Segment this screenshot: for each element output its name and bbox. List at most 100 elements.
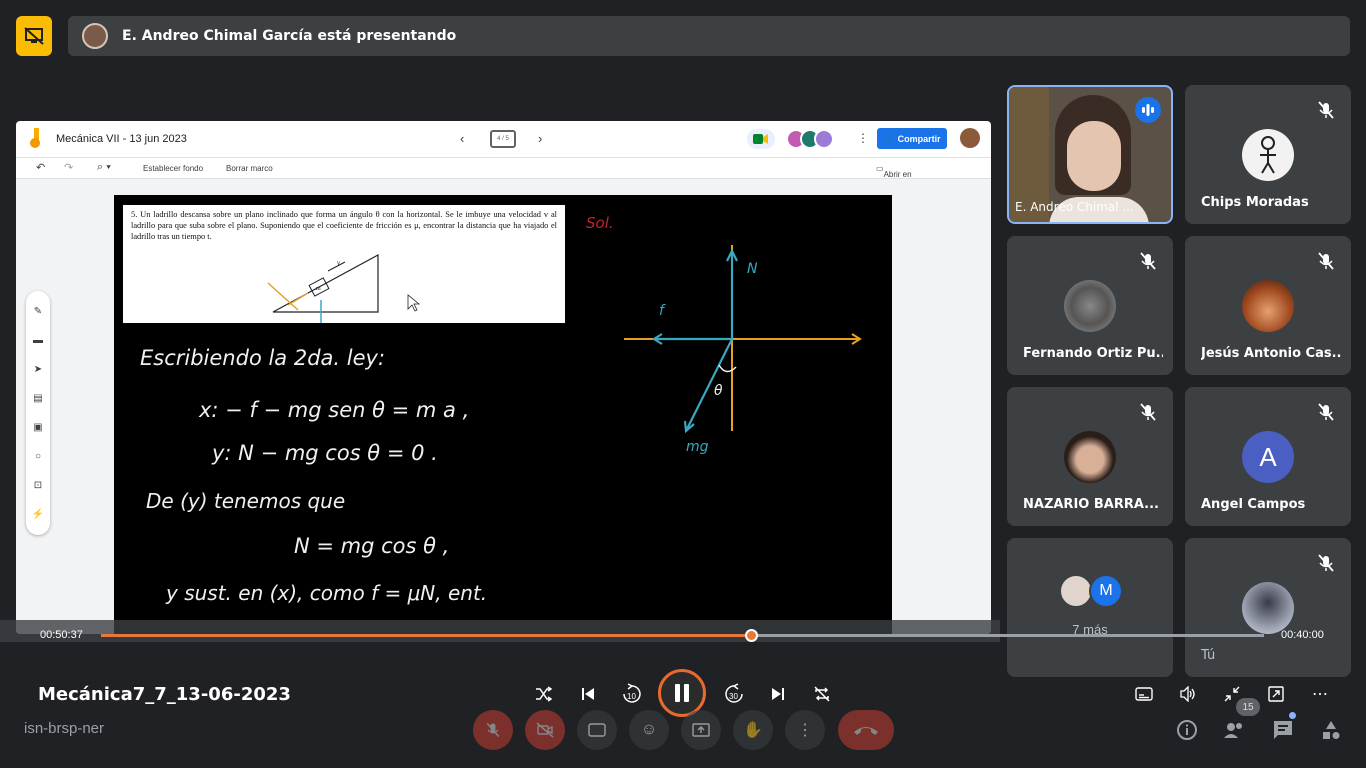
volume-button[interactable]: [1176, 682, 1200, 706]
mic-off-icon: [1318, 101, 1334, 119]
captions-button[interactable]: [1132, 682, 1156, 706]
rewind-button[interactable]: 10: [620, 682, 644, 706]
avatar: M: [1089, 574, 1123, 608]
camera-toggle-button[interactable]: [525, 710, 565, 750]
prev-frame-button[interactable]: ‹: [460, 131, 464, 146]
set-background-button[interactable]: Establecer fondo: [143, 164, 203, 173]
leave-call-button[interactable]: [838, 710, 894, 750]
more-options-icon[interactable]: ⋮: [857, 131, 869, 145]
image-icon[interactable]: ▣: [33, 422, 42, 433]
seekbar-background: [0, 620, 1000, 642]
participant-name: Angel Campos: [1201, 497, 1306, 512]
avatar: [1242, 280, 1294, 332]
repeat-off-button[interactable]: [810, 682, 834, 706]
next-frame-button[interactable]: ›: [538, 131, 542, 146]
current-time: 00:50:37: [40, 629, 83, 641]
meeting-code: isn-brsp-ner: [24, 720, 105, 737]
total-time: 00:40:00: [1281, 629, 1324, 641]
participant-tile[interactable]: Fernando Ortiz Pu...: [1007, 236, 1173, 375]
miniplayer-button[interactable]: [1264, 682, 1288, 706]
people-icon: [1224, 723, 1242, 738]
mic-off-icon: [1318, 252, 1334, 270]
more-options-button[interactable]: ⋮: [785, 710, 825, 750]
laser-icon[interactable]: ⚡: [32, 509, 44, 520]
svg-text:30: 30: [729, 692, 738, 701]
presenting-text: E. Andreo Chimal García está presentando: [122, 28, 457, 44]
mic-toggle-button[interactable]: [473, 710, 513, 750]
participant-tile[interactable]: Chips Moradas: [1185, 85, 1351, 224]
participant-tile[interactable]: Jesús Antonio Cas...: [1185, 236, 1351, 375]
avatar: [1064, 280, 1116, 332]
skip-next-icon: [772, 688, 784, 700]
undo-icon[interactable]: ↶: [36, 161, 45, 174]
share-button[interactable]: 👤 Compartir: [877, 128, 947, 149]
participant-tile[interactable]: A Angel Campos: [1185, 387, 1351, 526]
person-icon: 👤: [883, 133, 895, 143]
sticky-note-icon[interactable]: ▤: [33, 393, 42, 404]
present-now-button[interactable]: [681, 710, 721, 750]
shuffle-icon: [536, 686, 553, 702]
raise-hand-button[interactable]: ✋: [733, 710, 773, 750]
note-line-3: y: N − mg cos θ = 0 .: [211, 441, 438, 465]
reactions-button[interactable]: ☺: [629, 710, 669, 750]
friction-label: f: [659, 303, 666, 319]
avatar: [1059, 574, 1093, 608]
chat-icon: [1274, 721, 1292, 739]
participant-tile-presenter[interactable]: E. Andreo Chimal ...: [1007, 85, 1173, 224]
stop-presenting-button[interactable]: [16, 16, 52, 56]
select-icon[interactable]: ➤: [34, 364, 42, 375]
participant-name: E. Andreo Chimal ...: [1015, 200, 1134, 214]
eraser-icon[interactable]: ▬: [33, 335, 43, 346]
shared-screen: Mecánica VII - 13 jun 2023 ‹ 4 / 5 › ⋮ 👤…: [16, 121, 991, 634]
volume-icon: [1180, 686, 1195, 702]
repeat-off-icon: [814, 686, 830, 702]
info-icon: [1177, 720, 1197, 740]
jamboard-logo-icon: [30, 128, 40, 148]
activities-icon: [1323, 721, 1340, 739]
zoom-icon[interactable]: ⌕ ▾: [97, 161, 111, 174]
hand-icon: ✋: [743, 722, 763, 739]
next-button[interactable]: [766, 682, 790, 706]
text-box-icon[interactable]: ⊡: [34, 480, 42, 491]
forward-button[interactable]: 30: [722, 682, 746, 706]
frame-counter[interactable]: 4 / 5: [490, 130, 516, 148]
user-avatar[interactable]: [960, 128, 980, 148]
sol-label: Sol.: [586, 214, 614, 232]
note-line-4: De (y) tenemos que: [146, 489, 345, 513]
pen-icon[interactable]: ✎: [34, 306, 42, 317]
note-line-6: y sust. en (x), como f = μN, ent.: [165, 581, 487, 605]
presenter-avatar: [82, 23, 108, 49]
clear-frame-button[interactable]: Borrar marco: [226, 164, 273, 173]
note-line-1: Escribiendo la 2da. ley:: [140, 346, 385, 370]
open-in-jamboard-button[interactable]: ▭ Abrir en un Jamboard: [876, 164, 919, 197]
participant-tile[interactable]: NAZARIO BARRA...: [1007, 387, 1173, 526]
participant-name: Tú: [1201, 648, 1216, 663]
self-tile[interactable]: Tú: [1185, 538, 1351, 677]
participant-name: NAZARIO BARRA...: [1023, 497, 1159, 512]
more-button[interactable]: ⋯: [1308, 682, 1332, 706]
meeting-details-button[interactable]: [1175, 718, 1199, 742]
svg-text:10: 10: [627, 692, 636, 701]
more-participants-tile[interactable]: M 7 más: [1007, 538, 1173, 677]
captions-toggle-button[interactable]: [577, 710, 617, 750]
people-count-badge: 15: [1236, 698, 1260, 716]
people-button[interactable]: 15: [1222, 698, 1260, 742]
redo-icon[interactable]: ↷: [64, 161, 73, 174]
circle-icon[interactable]: ○: [35, 451, 41, 462]
force-diagram: N f mg θ: [624, 245, 862, 455]
more-vert-icon: ⋮: [797, 722, 813, 739]
previous-button[interactable]: [576, 682, 600, 706]
jamboard-header: Mecánica VII - 13 jun 2023 ‹ 4 / 5 › ⋮ 👤…: [16, 121, 991, 157]
activities-button[interactable]: [1319, 718, 1343, 742]
mic-off-icon: [486, 722, 500, 738]
meet-icon[interactable]: [747, 129, 775, 149]
participant-name: Chips Moradas: [1201, 195, 1309, 210]
present-off-icon: [24, 27, 44, 45]
collaborator-avatars: [786, 129, 838, 149]
chat-button[interactable]: [1271, 712, 1296, 742]
shuffle-button[interactable]: [532, 682, 556, 706]
presenting-banner: E. Andreo Chimal García está presentando: [68, 16, 1350, 56]
jamboard-toolbar: ↶ ↷ ⌕ ▾ Establecer fondo Borrar marco ▭ …: [16, 157, 991, 197]
captions-icon: [1135, 687, 1153, 701]
chat-dot-indicator: [1289, 712, 1296, 719]
